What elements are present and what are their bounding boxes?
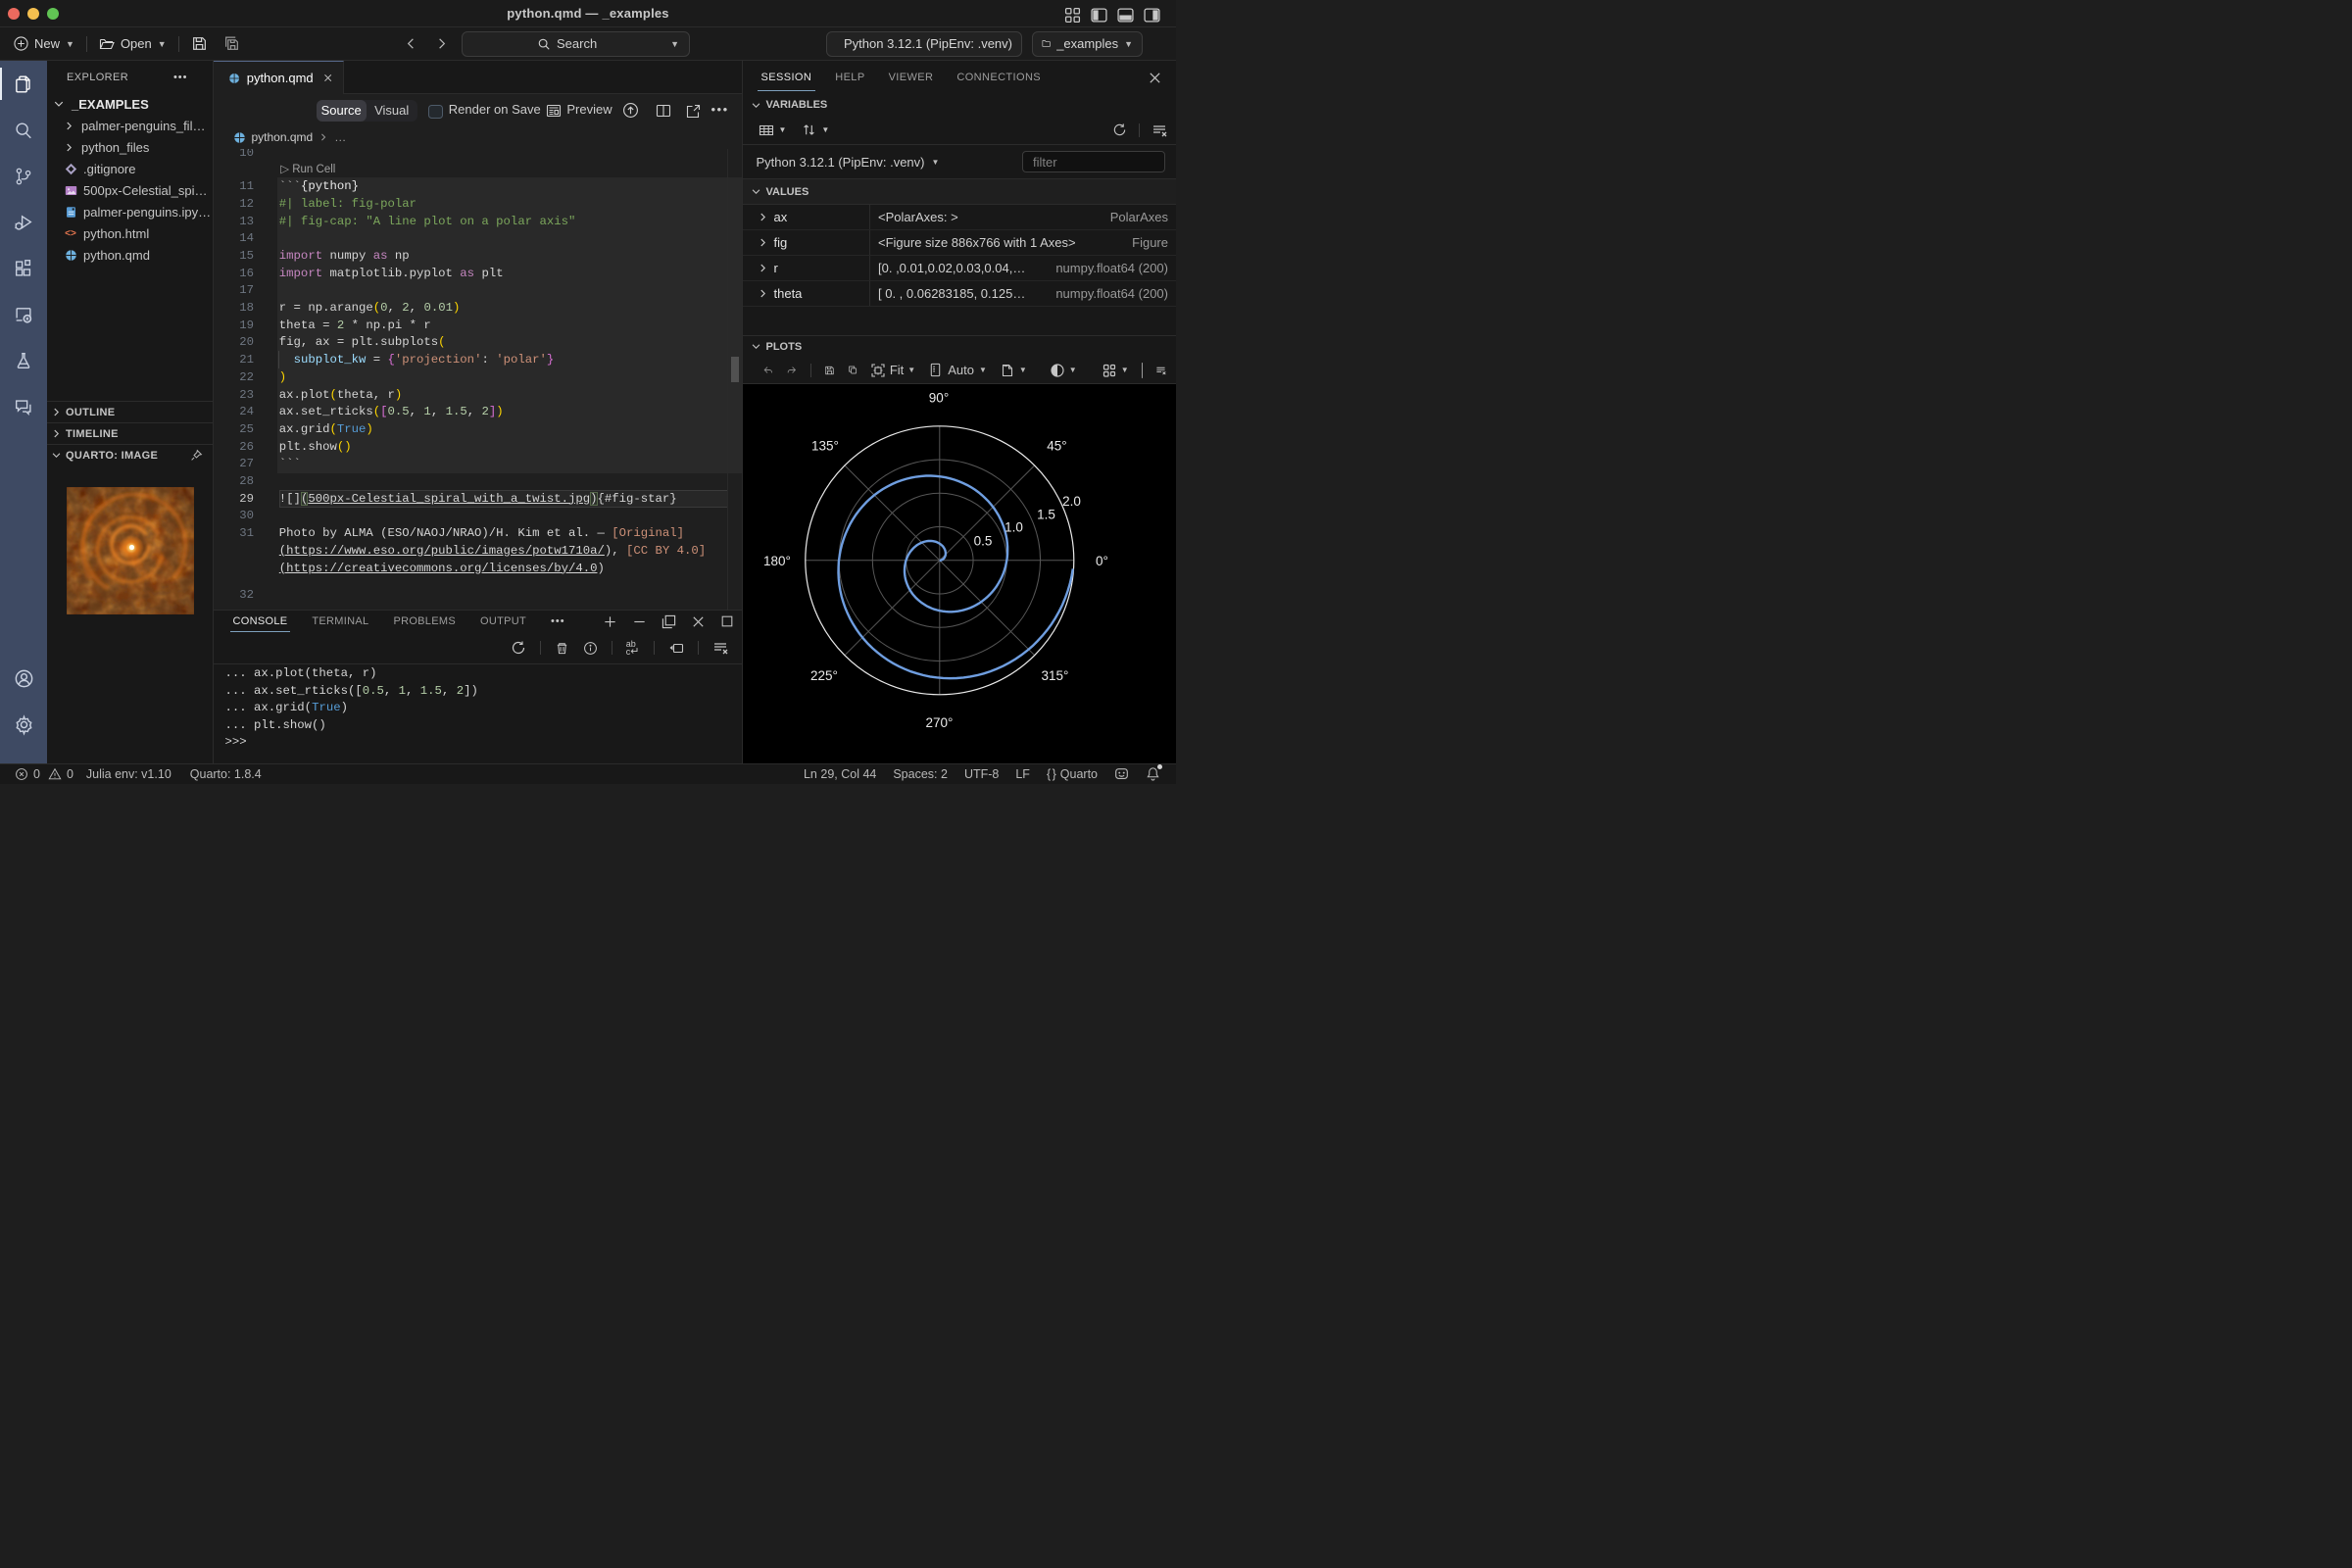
svg-text:270°: 270° <box>925 715 953 730</box>
svg-text:225°: 225° <box>810 668 838 683</box>
svg-text:1.5: 1.5 <box>1037 508 1055 522</box>
svg-text:2.0: 2.0 <box>1062 494 1081 509</box>
svg-text:180°: 180° <box>763 554 791 568</box>
svg-text:315°: 315° <box>1041 668 1068 683</box>
svg-text:1.0: 1.0 <box>1004 520 1023 535</box>
svg-text:135°: 135° <box>811 439 839 454</box>
svg-text:90°: 90° <box>928 391 948 406</box>
svg-text:45°: 45° <box>1047 439 1066 454</box>
svg-text:0.5: 0.5 <box>973 534 992 549</box>
svg-text:0°: 0° <box>1096 554 1108 568</box>
